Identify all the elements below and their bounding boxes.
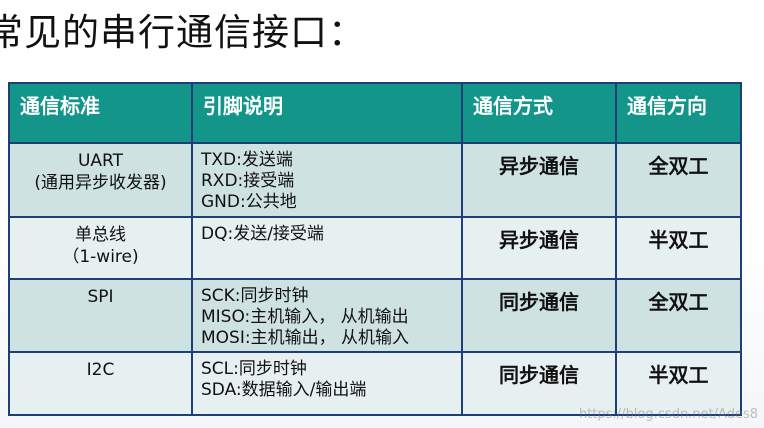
cell-mode: 异步通信 <box>461 142 617 218</box>
cell-mode: 异步通信 <box>461 216 617 280</box>
cell-standard: I2C <box>8 351 193 416</box>
cell-standard: SPI <box>8 278 193 353</box>
pin-line: RXD:接受端 <box>201 171 295 191</box>
cell-standard: UART (通用异步收发器) <box>8 142 193 218</box>
pin-line: SCK:同步时钟 <box>201 286 309 306</box>
cell-pins: SCL:同步时钟 SDA:数据输入/输出端 <box>191 351 463 416</box>
cell-pins: TXD:发送端 RXD:接受端 GND:公共地 <box>191 142 463 218</box>
cell-pins: DQ:发送/接受端 <box>191 216 463 280</box>
cell-direction: 全双工 <box>615 278 742 353</box>
cell-direction: 全双工 <box>615 142 742 218</box>
cell-standard: 单总线 （1-wire) <box>8 216 193 280</box>
header-direction: 通信方向 <box>615 82 742 144</box>
table-row-uart: UART (通用异步收发器) TXD:发送端 RXD:接受端 GND:公共地 异… <box>8 142 742 218</box>
cell-mode: 同步通信 <box>461 278 617 353</box>
cell-direction: 半双工 <box>615 351 742 416</box>
pin-line: SCL:同步时钟 <box>201 359 307 379</box>
standard-name: I2C <box>86 360 115 380</box>
cell-direction: 半双工 <box>615 216 742 280</box>
header-pins: 引脚说明 <box>191 82 463 144</box>
pin-line: GND:公共地 <box>201 192 297 212</box>
standard-name: 单总线 <box>75 225 126 245</box>
pin-line: SDA:数据输入/输出端 <box>201 380 367 400</box>
pin-line: MISO:主机输入， 从机输出 <box>201 307 409 327</box>
header-standard: 通信标准 <box>8 82 193 144</box>
standard-name: SPI <box>87 287 114 307</box>
cell-pins: SCK:同步时钟 MISO:主机输入， 从机输出 MOSI:主机输出， 从机输入 <box>191 278 463 353</box>
standard-subtitle: (通用异步收发器) <box>34 173 167 193</box>
standard-name: UART <box>77 151 124 171</box>
table-row-1wire: 单总线 （1-wire) DQ:发送/接受端 异步通信 半双工 <box>8 216 742 280</box>
table-row-spi: SPI SCK:同步时钟 MISO:主机输入， 从机输出 MOSI:主机输出， … <box>8 278 742 353</box>
serial-interface-table: 通信标准 引脚说明 通信方式 通信方向 UART (通用异步收发器) TXD:发… <box>8 82 742 416</box>
header-mode: 通信方式 <box>461 82 617 144</box>
pin-line: DQ:发送/接受端 <box>201 224 324 244</box>
standard-subtitle: （1-wire) <box>62 247 139 267</box>
table-header-row: 通信标准 引脚说明 通信方式 通信方向 <box>8 82 742 144</box>
pin-line: TXD:发送端 <box>201 150 293 170</box>
cell-mode: 同步通信 <box>461 351 617 416</box>
watermark: https://blog.csdn.net/Ades8 <box>578 407 758 422</box>
table-row-i2c: I2C SCL:同步时钟 SDA:数据输入/输出端 同步通信 半双工 <box>8 351 742 416</box>
pin-line: MOSI:主机输出， 从机输入 <box>201 328 409 348</box>
slide-title: 常见的串行通信接口： <box>0 11 366 54</box>
